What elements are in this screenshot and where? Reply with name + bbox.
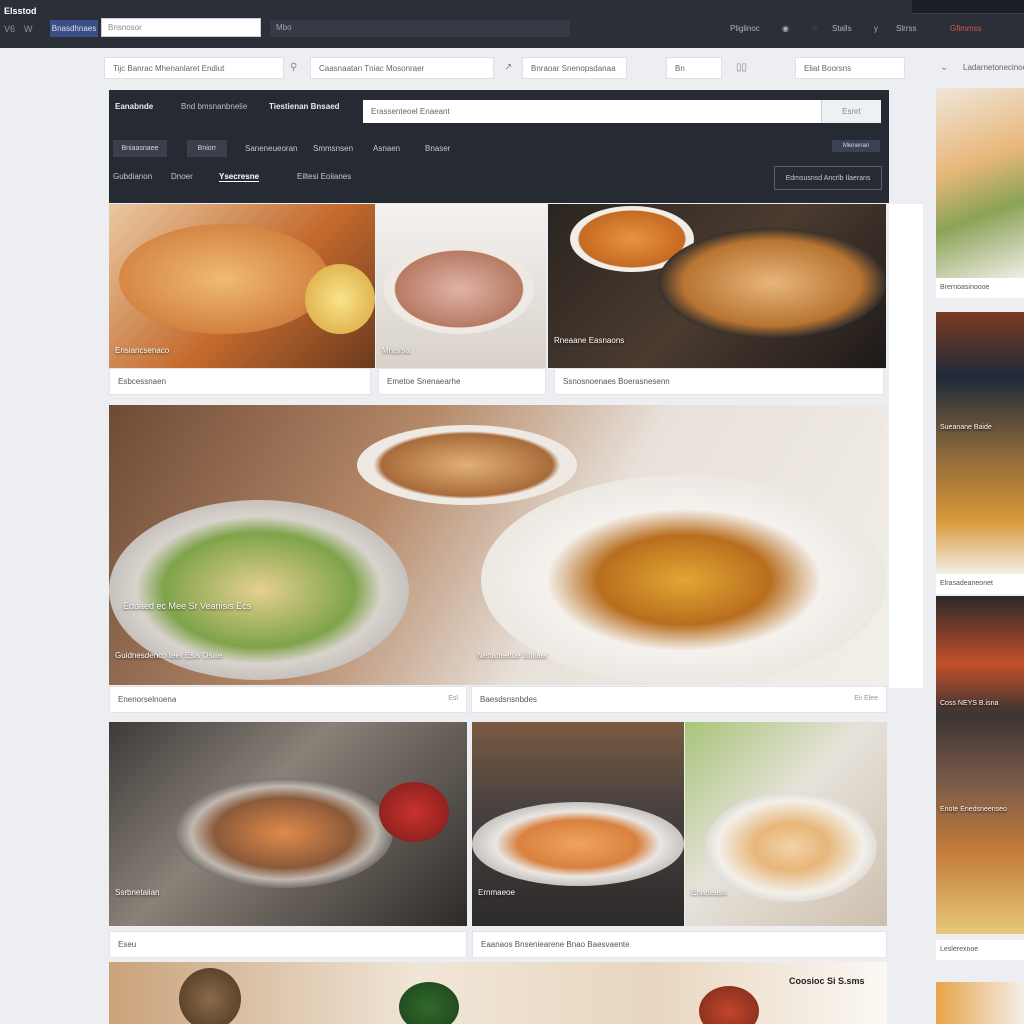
status-badge: Mienenan	[832, 140, 880, 152]
filter-field[interactable]: Tijc Banrac Mhenanlaret Endiut	[104, 57, 284, 79]
tab-item-active[interactable]: Ysecresne	[219, 172, 260, 182]
globe-icon[interactable]: ◉	[782, 24, 789, 33]
panel-search-button[interactable]: Esnrt	[821, 100, 881, 123]
tile-overlay-text: Guidnesdenco teer Esis Osiiie	[115, 651, 223, 660]
tile-overlay-text: Nenaneetoe Boiiaer	[477, 651, 548, 660]
tile-overlay-text: Enadeass	[691, 888, 727, 897]
side-food-tile[interactable]	[936, 88, 1024, 278]
panel-title: Eanabnde	[115, 102, 154, 111]
category-tag-button[interactable]: Bnasdhnaes	[50, 20, 98, 37]
tab-item[interactable]: Eiltesi Eoiianes	[297, 172, 351, 181]
columns-icon[interactable]: ▯▯	[736, 62, 747, 73]
window-controls	[912, 0, 1024, 14]
tile-caption: Eaanaos Bnseniearene Bnao Baesvaente	[472, 931, 887, 958]
hero-food-tile[interactable]: Edoaed ec Mee Sr Veanisis Ecs Guidnesden…	[109, 405, 887, 685]
app-top-bar: Elsstod V6 W Bnasdhnaes Bnsnosor Mbo Pli…	[0, 0, 1024, 48]
twitter-icon[interactable]: y	[874, 24, 878, 33]
tile-caption: Enenorselnoena Esl	[109, 686, 467, 713]
bottom-banner-tile[interactable]: Coosioc Si S.sms	[109, 962, 887, 1024]
grid-icon[interactable]: W	[24, 24, 33, 34]
food-tile[interactable]: Rneaane Easnaons	[548, 204, 886, 368]
tile-overlay-text: Mnisrsa	[382, 346, 411, 355]
banner-title: Coosioc Si S.sms	[789, 976, 865, 986]
filter-field[interactable]: Caasnaatan Tniac Mosonraer	[310, 57, 494, 79]
nav-item[interactable]: Smmsnsen	[313, 144, 353, 153]
side-caption: Brernoasinoooe	[936, 278, 1024, 298]
food-tile[interactable]: Ensiancsenaco	[109, 204, 375, 368]
top-filter-field[interactable]: Mbo	[270, 20, 570, 37]
tile-caption: Ssnosnoenaes Boerasnesenn	[554, 368, 884, 395]
section-title: Tiestienan Bnsaed	[269, 102, 340, 111]
tile-overlay-text: Rneaane Easnaons	[554, 336, 625, 345]
filter-field[interactable]: Bnraoar Snenopsdanaa	[522, 57, 627, 79]
food-tile[interactable]: Enadeass	[685, 722, 887, 926]
food-tile[interactable]: Ssrbnetaiian	[109, 722, 467, 926]
side-food-tile[interactable]	[936, 596, 1024, 934]
filter-field[interactable]: Eliat Boorsns	[795, 57, 905, 79]
chip[interactable]: Bniorr	[187, 140, 227, 157]
nav-item[interactable]: Asnaen	[373, 144, 400, 153]
tab-item[interactable]: Dnoer	[171, 172, 193, 181]
tile-caption: Esbcessnaen	[109, 368, 371, 395]
tile-overlay-text: Ernmaeoe	[478, 888, 515, 897]
side-caption: Elrasadeaneonet	[936, 574, 1024, 594]
filter-field[interactable]: Bn	[666, 57, 722, 79]
panel-subtitle: Bnd bmsnanbnelie	[181, 102, 248, 111]
side-food-tile[interactable]	[936, 312, 1024, 574]
top-nav-item[interactable]: Stalls	[832, 24, 852, 33]
filter-field[interactable]: Ladarnetonecinoess	[955, 57, 1024, 79]
tile-caption: Eseu	[109, 931, 467, 958]
tile-caption: Emetoe Snenaearhe	[378, 368, 546, 395]
food-tile[interactable]: Ernmaeoe	[472, 722, 684, 926]
top-nav-item[interactable]: Slrrss	[896, 24, 916, 33]
tile-meta: Esl	[448, 695, 458, 702]
scroll-gutter	[889, 204, 923, 688]
nav-item[interactable]: Bnaser	[425, 144, 450, 153]
highlight-nav-item[interactable]: Gfimmss	[950, 24, 982, 33]
menu-icon[interactable]: V6	[4, 24, 15, 34]
tab-item[interactable]: Gubdianon	[113, 172, 152, 181]
filter-icon[interactable]: ⚲	[290, 62, 297, 73]
search-panel: Eanabnde Bnd bmsnanbnelie Tiestienan Bns…	[109, 90, 889, 203]
top-nav-item[interactable]: Pliglinoc	[730, 24, 760, 33]
side-overlay-text: Sueanane Baide	[940, 424, 992, 431]
top-search-input[interactable]: Bnsnosor	[101, 18, 261, 37]
app-brand[interactable]: Elsstod	[4, 6, 37, 16]
nav-item[interactable]: Saneneueoran	[245, 144, 298, 153]
tile-caption: Baesdsnsnbdes Eii Elee	[471, 686, 887, 713]
chip[interactable]: Bniaasnaee	[113, 140, 167, 157]
arrow-icon[interactable]: ↗	[504, 62, 512, 73]
side-overlay-text: Enote Enedsneenseo	[940, 806, 1007, 813]
tile-overlay-text: Ensiancsenaco	[115, 346, 170, 355]
side-caption: Leslerexnoe	[936, 940, 1024, 960]
bell-icon[interactable]: ◌	[812, 24, 817, 33]
food-tile[interactable]: Mnisrsa	[376, 204, 546, 368]
side-food-tile[interactable]	[936, 982, 1024, 1024]
tile-overlay-text: Ssrbnetaiian	[115, 888, 160, 897]
filter-button[interactable]: Edmsusnsd Ancrlb Ilaerans	[774, 166, 882, 190]
side-overlay-text: Coss NEYS B.isna	[940, 700, 999, 707]
hero-headline: Edoaed ec Mee Sr Veanisis Ecs	[123, 601, 252, 611]
panel-search-input[interactable]: Erassenteoel Enaeant	[363, 100, 881, 123]
chevron-down-icon[interactable]: ⌄	[940, 62, 948, 73]
tile-meta: Eii Elee	[854, 695, 878, 702]
